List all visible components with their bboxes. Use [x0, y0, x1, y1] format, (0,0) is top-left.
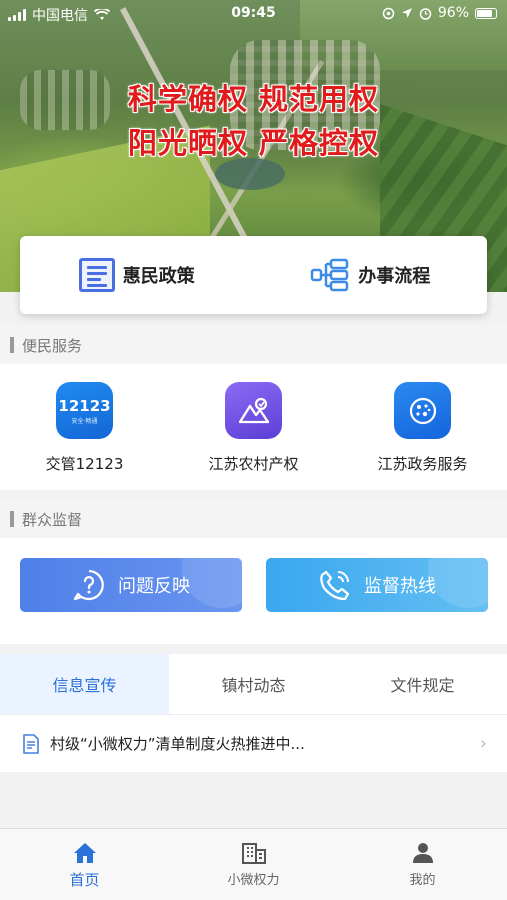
- article-icon: [23, 733, 39, 754]
- traffic-icon-subtext: 安全·畅通: [71, 417, 98, 425]
- policy-label: 惠民政策: [122, 266, 195, 287]
- user-icon: [412, 843, 433, 863]
- services-list: 12123 安全·畅通 交管12123 江苏农村产权 江苏政务服务: [0, 364, 507, 490]
- location-icon: [401, 8, 412, 18]
- tabbar-mine[interactable]: 我的: [338, 829, 507, 900]
- supervision-section-header: 群众监督: [0, 500, 507, 538]
- status-right: 96%: [382, 5, 497, 21]
- mountain-icon: [238, 397, 269, 423]
- policy-card: 惠民政策 办事流程: [20, 236, 487, 314]
- flow-icon: [311, 258, 349, 292]
- tabbar-label: 小微权力: [227, 873, 280, 888]
- chevron-right-icon: ›: [479, 733, 487, 754]
- tabbar-label: 首页: [69, 871, 100, 889]
- tabbar-micro-power[interactable]: 小微权力: [169, 829, 338, 900]
- gov-service-icon: [394, 382, 451, 439]
- globe-icon: [409, 397, 436, 424]
- tabbar-home[interactable]: 首页: [0, 829, 169, 900]
- hotline-label: 监督热线: [364, 576, 436, 597]
- slogan-line-2: 阳光晒权 严格控权: [127, 126, 380, 160]
- news-title: 村级“小微权力”清单制度火热推进中...: [50, 735, 305, 753]
- policy-button[interactable]: 惠民政策: [20, 236, 254, 314]
- service-label: 江苏农村产权: [208, 455, 299, 473]
- bottom-tab-bar: 首页 小微权力 我的: [0, 828, 507, 900]
- services-title: 便民服务: [22, 336, 83, 355]
- tabbar-label: 我的: [409, 873, 436, 888]
- battery-icon: [475, 7, 497, 19]
- rural-property-icon: [225, 382, 282, 439]
- news-list-item[interactable]: 村级“小微权力”清单制度火热推进中... ›: [0, 714, 507, 772]
- traffic-12123-icon: 12123 安全·畅通: [56, 382, 113, 439]
- section-marker: [10, 511, 14, 527]
- traffic-icon-text: 12123: [58, 396, 111, 415]
- process-label: 办事流程: [358, 266, 431, 287]
- service-label: 江苏政务服务: [377, 455, 468, 473]
- supervision-panel: 问题反映 监督热线: [0, 538, 507, 644]
- service-label: 交管12123: [45, 455, 124, 473]
- supervision-title: 群众监督: [22, 510, 83, 529]
- tab-info-promotion[interactable]: 信息宣传: [0, 654, 169, 714]
- home-icon: [73, 843, 96, 863]
- document-icon: [78, 258, 115, 292]
- status-bar: 中国电信 09:45 96%: [0, 0, 507, 28]
- tab-village-news[interactable]: 镇村动态: [169, 654, 338, 714]
- process-button[interactable]: 办事流程: [254, 236, 488, 314]
- question-icon: [73, 569, 104, 601]
- service-traffic-12123[interactable]: 12123 安全·畅通 交管12123: [0, 364, 169, 490]
- building-icon: [241, 843, 266, 864]
- service-gov-service[interactable]: 江苏政务服务: [338, 364, 507, 490]
- alarm-icon: [419, 7, 432, 20]
- report-issue-label: 问题反映: [118, 576, 190, 597]
- info-tabs: 信息宣传 镇村动态 文件规定: [0, 654, 507, 714]
- phone-icon: [320, 570, 350, 601]
- hotline-button[interactable]: 监督热线: [266, 558, 488, 612]
- services-section-header: 便民服务: [0, 326, 507, 364]
- rotation-lock-icon: [382, 7, 395, 19]
- report-issue-button[interactable]: 问题反映: [20, 558, 242, 612]
- battery-percent: 96%: [437, 5, 469, 21]
- services-panel: 12123 安全·畅通 交管12123 江苏农村产权 江苏政务服务: [0, 364, 507, 490]
- tab-documents[interactable]: 文件规定: [338, 654, 507, 714]
- service-rural-property[interactable]: 江苏农村产权: [169, 364, 338, 490]
- section-marker: [10, 337, 14, 353]
- slogan-line-1: 科学确权 规范用权: [127, 82, 380, 116]
- banner-pond: [215, 158, 285, 190]
